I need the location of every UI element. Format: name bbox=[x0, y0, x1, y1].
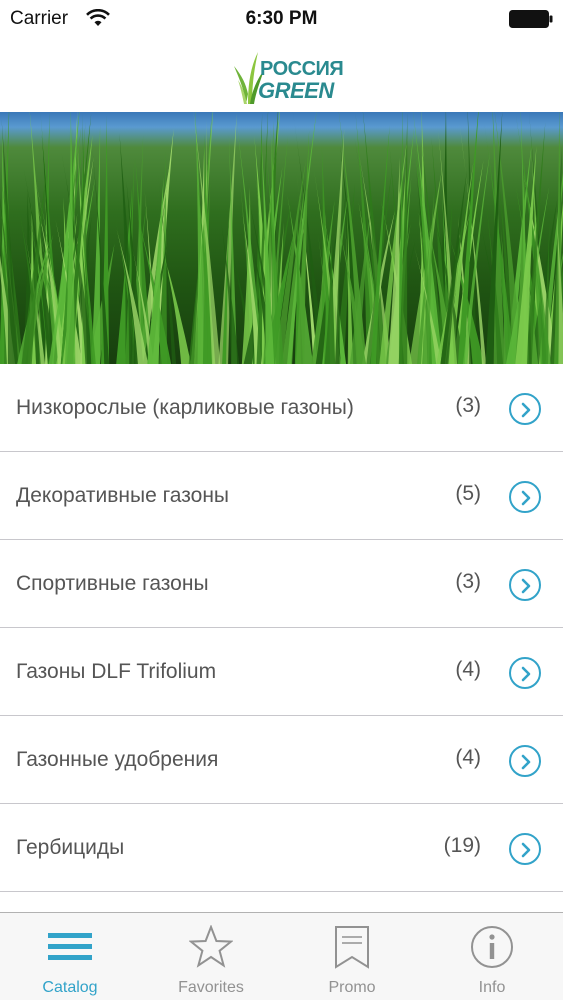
hero-grass-image bbox=[0, 112, 563, 364]
tab-label: Promo bbox=[328, 979, 376, 996]
tab-label: Favorites bbox=[178, 979, 244, 996]
catalog-row-count: (4) bbox=[455, 658, 481, 681]
chevron-right-circle-icon[interactable] bbox=[509, 569, 541, 601]
app-logo: РОССИЯ GREEN bbox=[232, 48, 344, 106]
tab-promo[interactable]: Promo bbox=[282, 913, 422, 1000]
tab-bar: Catalog Favorites Promo Info bbox=[0, 912, 563, 1000]
chevron-right-circle-icon[interactable] bbox=[509, 833, 541, 865]
catalog-row[interactable]: Гербициды (19) bbox=[0, 804, 563, 892]
catalog-row[interactable]: Низкорослые (карликовые газоны) (3) bbox=[0, 364, 563, 452]
catalog-row-count: (5) bbox=[455, 482, 481, 505]
star-icon bbox=[189, 925, 233, 968]
tab-catalog[interactable]: Catalog bbox=[0, 913, 140, 1000]
grass-blade bbox=[91, 124, 101, 364]
catalog-row-label: Гербициды bbox=[16, 836, 125, 859]
tab-label: Info bbox=[478, 979, 506, 996]
status-bar: Carrier 6:30 PM bbox=[0, 0, 563, 40]
catalog-list: Низкорослые (карликовые газоны) (3) Деко… bbox=[0, 364, 563, 892]
logo-text-green: GREEN bbox=[258, 78, 334, 103]
catalog-row-label: Низкорослые (карликовые газоны) bbox=[16, 396, 354, 419]
chevron-right-circle-icon[interactable] bbox=[509, 481, 541, 513]
tab-favorites[interactable]: Favorites bbox=[141, 913, 281, 1000]
bookmark-icon bbox=[335, 926, 369, 969]
list-icon bbox=[48, 933, 92, 960]
catalog-row-label: Газоны DLF Trifolium bbox=[16, 660, 217, 683]
catalog-row-label: Декоративные газоны bbox=[16, 484, 230, 507]
catalog-row-count: (3) bbox=[455, 394, 481, 417]
catalog-row-count: (19) bbox=[443, 834, 481, 857]
chevron-right-circle-icon[interactable] bbox=[509, 745, 541, 777]
chevron-right-circle-icon[interactable] bbox=[509, 393, 541, 425]
catalog-row-label: Газонные удобрения bbox=[16, 748, 219, 771]
battery-icon bbox=[509, 10, 553, 28]
catalog-row-label: Спортивные газоны bbox=[16, 572, 209, 595]
app-header: РОССИЯ GREEN bbox=[0, 40, 563, 112]
catalog-row[interactable]: Декоративные газоны (5) bbox=[0, 452, 563, 540]
catalog-row[interactable]: Газоны DLF Trifolium (4) bbox=[0, 628, 563, 716]
catalog-row[interactable]: Газонные удобрения (4) bbox=[0, 716, 563, 804]
chevron-right-circle-icon[interactable] bbox=[509, 657, 541, 689]
catalog-row[interactable]: Спортивные газоны (3) bbox=[0, 540, 563, 628]
info-icon bbox=[471, 926, 513, 968]
status-time: 6:30 PM bbox=[245, 8, 318, 29]
catalog-row-count: (3) bbox=[455, 570, 481, 593]
tab-info[interactable]: Info bbox=[422, 913, 562, 1000]
tab-label: Catalog bbox=[42, 979, 98, 996]
grass-illustration bbox=[0, 112, 563, 364]
catalog-row-count: (4) bbox=[455, 746, 481, 769]
